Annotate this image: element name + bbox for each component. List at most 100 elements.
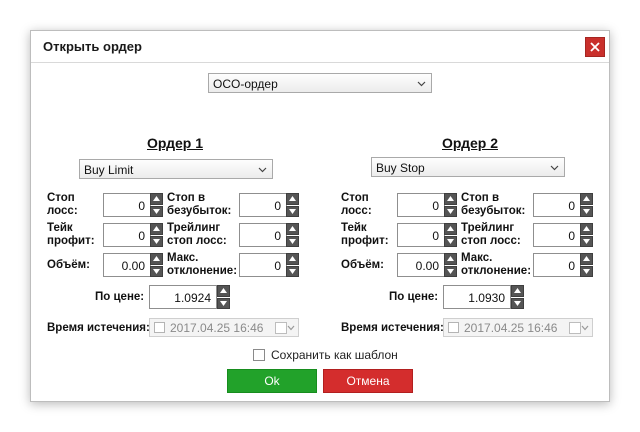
order-type-value: OCO-ордер — [213, 77, 278, 91]
order-1-volume-input[interactable]: 0.00 — [103, 253, 151, 277]
order-1-max-dev-input[interactable]: 0 — [239, 253, 287, 277]
order-1-breakeven-input[interactable]: 0 — [239, 193, 287, 217]
order-1-max-dev-label: Макс. отклонение: — [167, 252, 238, 277]
dialog-titlebar: Открыть ордер — [31, 31, 609, 63]
order-1-breakeven-label: Стоп в безубыток: — [167, 192, 232, 217]
spin-down-button[interactable] — [444, 235, 457, 247]
spin-down-button[interactable] — [150, 235, 163, 247]
arrow-down-icon — [289, 208, 296, 214]
arrow-up-icon — [289, 226, 296, 232]
spin-up-button[interactable] — [580, 253, 593, 265]
order-1-price-spinner[interactable] — [217, 285, 230, 309]
ok-button[interactable]: Ok — [227, 369, 317, 393]
order-1-expiry-picker[interactable]: 2017.04.25 16:46 — [149, 318, 299, 337]
order-2-trailing-input[interactable]: 0 — [533, 223, 581, 247]
arrow-up-icon — [583, 256, 590, 262]
spin-up-button[interactable] — [150, 253, 163, 265]
spin-down-button[interactable] — [150, 265, 163, 277]
spin-down-button[interactable] — [286, 235, 299, 247]
spin-up-button[interactable] — [444, 223, 457, 235]
spin-up-button[interactable] — [217, 285, 230, 297]
order-1-expiry-checkbox[interactable] — [154, 322, 165, 333]
spin-down-button[interactable] — [580, 205, 593, 217]
arrow-down-icon — [447, 268, 454, 274]
order-2-volume-label: Объём: — [341, 259, 385, 271]
order-2-trailing-spinner[interactable] — [580, 223, 593, 247]
arrow-up-icon — [289, 196, 296, 202]
spin-up-button[interactable] — [150, 223, 163, 235]
spin-down-button[interactable] — [217, 297, 230, 309]
close-icon — [590, 42, 600, 52]
order-2-volume-spinner[interactable] — [444, 253, 457, 277]
spin-down-button[interactable] — [511, 297, 524, 309]
order-1-stop-loss-spinner[interactable] — [150, 193, 163, 217]
order-2-take-profit-label: Тейк профит: — [341, 222, 389, 247]
save-template-checkbox[interactable] — [253, 349, 265, 361]
spin-down-button[interactable] — [150, 205, 163, 217]
spin-up-button[interactable] — [286, 193, 299, 205]
spin-up-button[interactable] — [580, 223, 593, 235]
order-1-take-profit-label: Тейк профит: — [47, 222, 95, 247]
order-1-volume-spinner[interactable] — [150, 253, 163, 277]
order-type-select[interactable]: OCO-ордер — [208, 73, 432, 93]
order-1-type-select[interactable]: Buy Limit — [79, 159, 273, 179]
order-2-take-profit-spinner[interactable] — [444, 223, 457, 247]
arrow-down-icon — [220, 300, 227, 306]
order-2-breakeven-label: Стоп в безубыток: — [461, 192, 526, 217]
order-1-price-input[interactable]: 1.0924 — [149, 285, 217, 309]
order-1-price-label: По цене: — [95, 291, 145, 303]
calendar-dropdown-icon[interactable] — [569, 322, 589, 334]
spin-down-button[interactable] — [286, 265, 299, 277]
order-2-expiry-checkbox[interactable] — [448, 322, 459, 333]
order-1-max-dev-spinner[interactable] — [286, 253, 299, 277]
arrow-up-icon — [220, 288, 227, 294]
order-1-breakeven-spinner[interactable] — [286, 193, 299, 217]
order-2-stop-loss-spinner[interactable] — [444, 193, 457, 217]
order-1-expiry-value: 2017.04.25 16:46 — [170, 321, 264, 335]
order-1-take-profit-spinner[interactable] — [150, 223, 163, 247]
arrow-down-icon — [289, 238, 296, 244]
spin-up-button[interactable] — [286, 253, 299, 265]
arrow-up-icon — [583, 196, 590, 202]
arrow-up-icon — [153, 256, 160, 262]
order-1-trailing-input[interactable]: 0 — [239, 223, 287, 247]
spin-down-button[interactable] — [444, 265, 457, 277]
order-2-stop-loss-input[interactable]: 0 — [397, 193, 445, 217]
order-2-max-dev-spinner[interactable] — [580, 253, 593, 277]
order-2-price-input[interactable]: 1.0930 — [443, 285, 511, 309]
order-2-price-spinner[interactable] — [511, 285, 524, 309]
spin-down-button[interactable] — [580, 235, 593, 247]
chevron-down-icon — [550, 165, 559, 171]
arrow-down-icon — [447, 238, 454, 244]
order-2-type-select[interactable]: Buy Stop — [371, 157, 565, 177]
order-1-stop-loss-input[interactable]: 0 — [103, 193, 151, 217]
order-2-breakeven-input[interactable]: 0 — [533, 193, 581, 217]
spin-up-button[interactable] — [150, 193, 163, 205]
order-2-breakeven-spinner[interactable] — [580, 193, 593, 217]
arrow-up-icon — [289, 256, 296, 262]
spin-up-button[interactable] — [444, 253, 457, 265]
spin-up-button[interactable] — [511, 285, 524, 297]
spin-up-button[interactable] — [444, 193, 457, 205]
open-order-dialog: Открыть ордер OCO-ордер Ордер 1 Buy Limi… — [30, 30, 610, 402]
order-2-take-profit-input[interactable]: 0 — [397, 223, 445, 247]
cancel-button[interactable]: Отмена — [323, 369, 413, 393]
calendar-dropdown-icon[interactable] — [275, 322, 295, 334]
spin-down-button[interactable] — [286, 205, 299, 217]
order-2-volume-input[interactable]: 0.00 — [397, 253, 445, 277]
order-1-type-value: Buy Limit — [84, 163, 134, 177]
order-1-take-profit-input[interactable]: 0 — [103, 223, 151, 247]
order-1-trailing-spinner[interactable] — [286, 223, 299, 247]
order-2-expiry-value: 2017.04.25 16:46 — [464, 321, 558, 335]
order-2-expiry-picker[interactable]: 2017.04.25 16:46 — [443, 318, 593, 337]
spin-up-button[interactable] — [286, 223, 299, 235]
spin-down-button[interactable] — [444, 205, 457, 217]
arrow-down-icon — [289, 268, 296, 274]
arrow-down-icon — [153, 208, 160, 214]
save-template-label: Сохранить как шаблон — [271, 348, 398, 362]
close-button[interactable] — [585, 37, 605, 57]
spin-up-button[interactable] — [580, 193, 593, 205]
arrow-up-icon — [447, 196, 454, 202]
spin-down-button[interactable] — [580, 265, 593, 277]
order-2-max-dev-input[interactable]: 0 — [533, 253, 581, 277]
